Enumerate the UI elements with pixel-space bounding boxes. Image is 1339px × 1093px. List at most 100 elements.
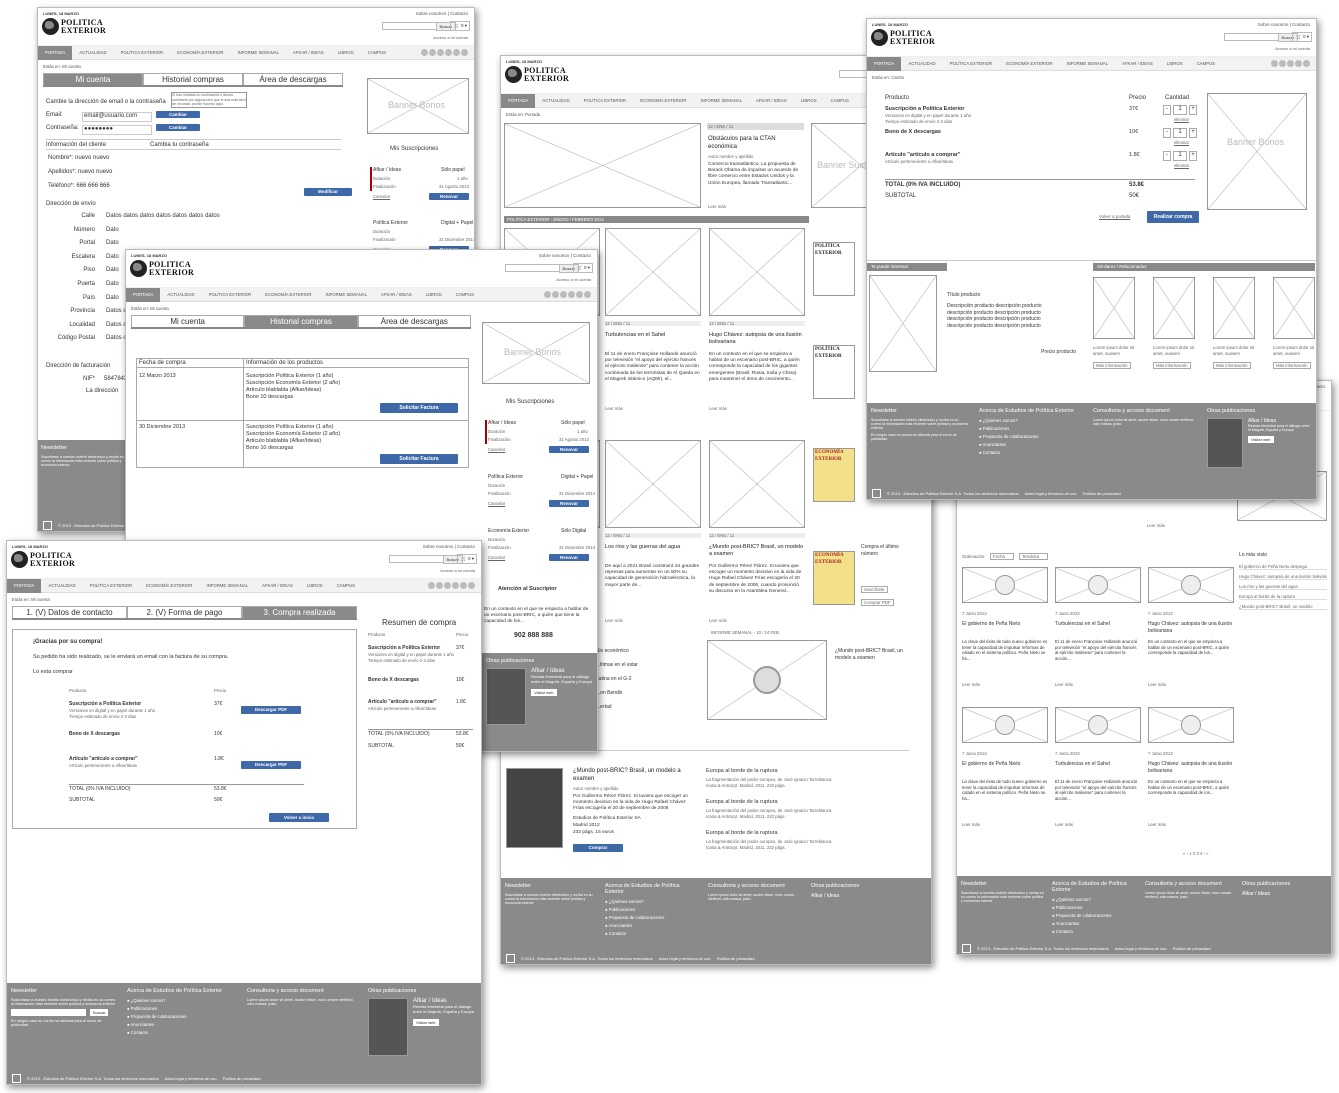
article-image[interactable] [605, 440, 701, 528]
footer-link[interactable]: ● ¿Quiénes somos? [605, 899, 700, 904]
renew-button[interactable]: Renovar [549, 500, 589, 507]
qty-minus-button[interactable]: - [1163, 128, 1171, 138]
close-icon[interactable] [506, 954, 515, 963]
read-more-link[interactable]: Leer más [605, 618, 623, 623]
play-icon[interactable] [995, 715, 1015, 735]
footer-link[interactable]: ● ¿Quiénes somos? [127, 998, 237, 1003]
search-input[interactable] [1224, 33, 1282, 41]
subscribe-button[interactable]: Suscríbete [861, 586, 888, 594]
play-icon[interactable] [1181, 575, 1201, 595]
nav-item[interactable]: LIBROS [419, 292, 449, 297]
checkout-button[interactable]: Realizar compra [1147, 211, 1199, 223]
footer-link[interactable]: ● Propuesta de colaboraciones [127, 1014, 237, 1019]
qty-minus-button[interactable]: - [1163, 105, 1171, 115]
most-viewed-item[interactable]: Hugo Chávez: autopsia de una ilusión bol… [1239, 574, 1327, 581]
nav-item[interactable]: AFKAR / IDEAS [1115, 61, 1160, 66]
listing-title[interactable]: El gobierno de Peña Nieto [962, 621, 1048, 628]
step-done[interactable]: 3. Compra realizada [242, 606, 357, 618]
footer-link[interactable]: ● Contacto [979, 450, 1084, 455]
buy-book-button[interactable]: Comprar [573, 844, 623, 852]
top-links[interactable]: Sobre nosotros | Contacto [539, 253, 591, 258]
footer-link[interactable]: ● Anunciantes [605, 923, 700, 928]
site-logo[interactable]: POLITICA EXTERIOR [505, 66, 569, 83]
video-title[interactable]: ¿Mundo post-BRIC? Brasil, un modelo a ex… [835, 648, 910, 661]
nav-item[interactable]: AFKAR / IDEAS [286, 50, 331, 55]
more-info-button[interactable]: Más información [1213, 362, 1251, 370]
visit-web-button[interactable]: Visitar web [531, 689, 557, 696]
nav-item[interactable]: INFORME SEMANAL [693, 98, 749, 103]
read-more-link[interactable]: Leer más [709, 406, 727, 411]
read-more-link[interactable]: Leer más [605, 406, 623, 411]
address-value[interactable]: Dato [106, 240, 119, 248]
book-list-title[interactable]: Europa al borde de la ruptura [706, 830, 778, 837]
nav-item[interactable]: PORTADA [7, 578, 42, 593]
afkar-cover[interactable] [368, 998, 408, 1056]
nav-item[interactable]: ACTUALIDAD [72, 50, 113, 55]
footer-link[interactable]: ● Anunciantes [1052, 921, 1142, 926]
cancel-link[interactable]: Cancelar [488, 501, 505, 506]
visit-web-button[interactable]: Visitar web [1248, 436, 1274, 443]
qty-input[interactable]: 1 [1173, 151, 1187, 161]
nav-item[interactable]: AFKAR / IDEAS [374, 292, 419, 297]
remove-link[interactable]: eliminar [1174, 163, 1189, 168]
listing-title[interactable]: Hugo Chávez: autopsia de una ilusión bol… [1148, 761, 1234, 774]
tab-mi-cuenta[interactable]: Mi cuenta [131, 315, 245, 327]
order-date-select[interactable]: Fecha [990, 553, 1014, 561]
banner-bonos[interactable] [1207, 93, 1307, 210]
afkar-cover[interactable] [1207, 418, 1243, 468]
footer-link[interactable]: ● Anunciantes [979, 442, 1084, 447]
nav-item[interactable]: INFORME SEMANAL [1059, 61, 1115, 66]
product-image[interactable] [869, 275, 937, 372]
renew-button[interactable]: Renovar [429, 193, 469, 200]
cart-icon[interactable]: 🛒 0 ▾ [456, 554, 477, 564]
close-icon[interactable] [43, 521, 52, 530]
nav-item[interactable]: ACTUALIDAD [41, 583, 82, 588]
nav-item[interactable]: INFORME SEMANAL [230, 50, 286, 55]
play-icon[interactable] [753, 666, 781, 694]
qty-input[interactable]: 1 [1173, 105, 1187, 115]
read-more-link[interactable]: Leer más [1055, 822, 1073, 827]
tab-descargas[interactable]: Área de descargas [357, 315, 471, 327]
footer-link[interactable]: ● Publicaciones [1052, 905, 1142, 910]
cancel-link[interactable]: Cancelar [373, 194, 390, 199]
tab-descargas[interactable]: Área de descargas [243, 73, 343, 85]
top-links[interactable]: Sobre nosotros | Contacto [423, 544, 475, 549]
listing-title[interactable]: Turbulencias en el Sahel [1055, 621, 1141, 628]
read-more-link[interactable]: Leer más [1148, 682, 1166, 687]
search-input[interactable] [505, 264, 563, 272]
email-field[interactable]: email@usuario.com [82, 112, 152, 122]
listing-title[interactable]: El gobierno de Peña Nieto [962, 761, 1048, 768]
article-title[interactable]: Turbulencias en el Sahel [605, 332, 701, 339]
address-value[interactable]: Dato [106, 281, 119, 289]
qty-plus-button[interactable]: + [1189, 105, 1197, 115]
nav-item[interactable]: ECONOMÍA EXTERIOR [633, 98, 693, 103]
attention-phone[interactable]: 902 888 888 [514, 632, 553, 641]
nav-item[interactable]: ECONOMÍA EXTERIOR [139, 583, 199, 588]
tab-historial[interactable]: Historial compras [244, 315, 358, 327]
nav-item[interactable]: AFKAR / IDEAS [255, 583, 300, 588]
qty-minus-button[interactable]: - [1163, 151, 1171, 161]
footer-link[interactable]: ● Propuesta de colaboraciones [979, 434, 1084, 439]
most-viewed-item[interactable]: ¿Mundo post-BRIC? Brasil, un modelo [1239, 604, 1327, 611]
search-input[interactable] [382, 22, 440, 30]
nav-item[interactable]: LIBROS [794, 98, 824, 103]
social-icons[interactable] [421, 49, 468, 56]
article-image[interactable] [709, 228, 805, 316]
nav-item[interactable]: INFORME SEMANAL [318, 292, 374, 297]
nav-item[interactable]: CAMPUS [361, 50, 393, 55]
address-value[interactable]: Dato [106, 254, 119, 262]
more-info-button[interactable]: Más información [1153, 362, 1191, 370]
nav-item[interactable]: POLÍTICA EXTERIOR [83, 583, 140, 588]
related-image[interactable] [1273, 277, 1315, 339]
change-password-button[interactable]: Cambiar [156, 124, 200, 131]
read-more-link[interactable]: Leer más [708, 204, 726, 209]
cancel-link[interactable]: Cancelar [488, 447, 505, 452]
buy-pdf-button[interactable]: Comprar PDF [861, 599, 894, 607]
nav-item[interactable]: LIBROS [331, 50, 361, 55]
remove-link[interactable]: eliminar [1174, 140, 1189, 145]
name-field[interactable]: Nombre*: nuevo nuevo [48, 155, 109, 163]
book-title[interactable]: ¿Mundo post-BRIC? Brasil, un modelo a ex… [573, 768, 683, 784]
cart-icon[interactable]: 🛒 0 ▾ [449, 21, 470, 31]
book-list-title[interactable]: Europa al borde de la ruptura [706, 799, 778, 806]
nif-value[interactable]: 5847843 [104, 376, 127, 384]
